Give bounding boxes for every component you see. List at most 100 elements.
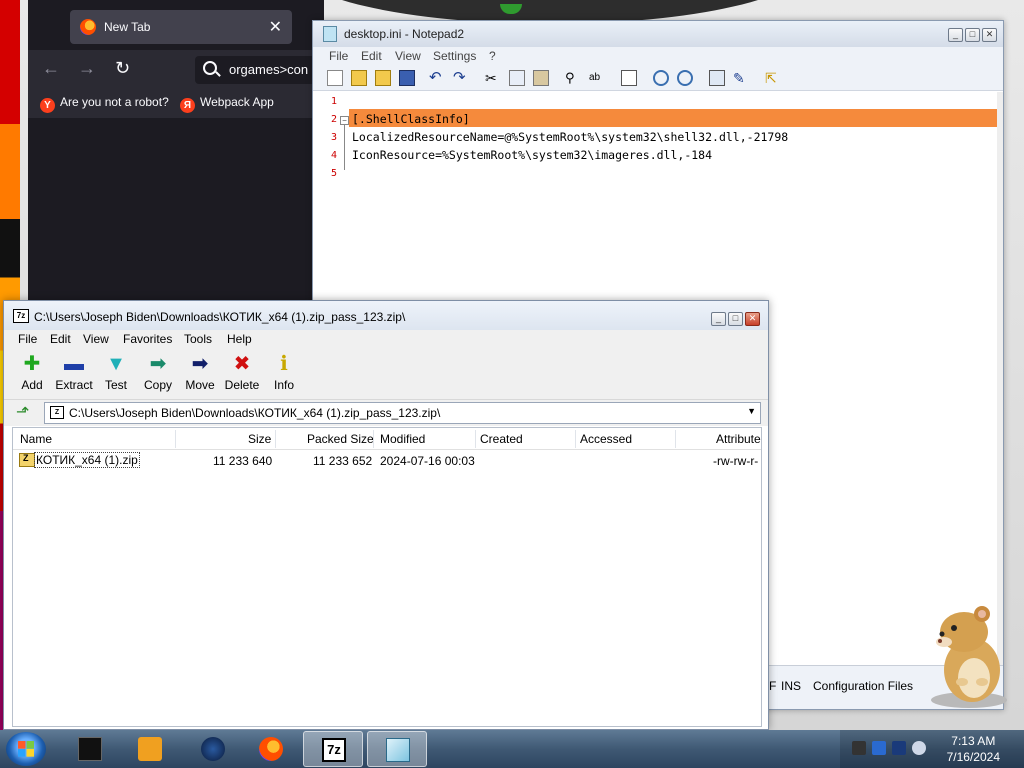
menu-edit[interactable]: Edit [50, 332, 71, 346]
menu-edit[interactable]: Edit [361, 49, 382, 63]
7zip-icon: 7z [13, 309, 29, 323]
table-row[interactable]: КОТИК_x64 (1).zip 11 233 640 11 233 652 … [13, 450, 761, 470]
file-name: КОТИК_x64 (1).zip [34, 452, 140, 468]
find-icon[interactable]: ⚲ [565, 70, 581, 86]
tray-volume-icon[interactable] [912, 741, 926, 755]
bookmark-label: Are you not a robot? [60, 95, 169, 109]
chevron-down-icon[interactable]: ▼ [747, 406, 756, 416]
minimize-button[interactable]: _ [711, 312, 726, 326]
redo-icon[interactable]: ↷ [453, 70, 469, 86]
forward-icon[interactable]: → [78, 58, 96, 79]
word-wrap-icon[interactable] [621, 70, 637, 86]
clock[interactable]: 7:13 AM 7/16/2024 [947, 733, 1000, 765]
exit-icon[interactable]: ⇱ [765, 70, 781, 86]
replace-icon[interactable]: ab [589, 70, 605, 86]
status-partial: F [769, 679, 777, 693]
close-button[interactable]: ✕ [982, 28, 997, 42]
address-bar: ⬏ Z C:\Users\Joseph Biden\Downloads\КОТИ… [4, 400, 768, 426]
menu-tools[interactable]: Tools [184, 332, 212, 346]
move-button[interactable]: ➡ Move [178, 352, 222, 392]
menu-help[interactable]: Help [227, 332, 252, 346]
delete-button[interactable]: ✖ Delete [220, 352, 264, 392]
file-size: 11 233 640 [213, 454, 273, 468]
paste-icon[interactable] [533, 70, 549, 86]
cut-icon[interactable]: ✂ [485, 70, 501, 86]
zoom-out-icon[interactable] [677, 70, 693, 86]
taskbar-command-window[interactable] [60, 731, 120, 767]
copy-icon[interactable] [509, 70, 525, 86]
globe-icon [201, 737, 225, 761]
open-folder-icon[interactable] [351, 70, 367, 86]
system-tray: 7:13 AM 7/16/2024 [840, 730, 1024, 768]
hamster-desktop-pet[interactable] [924, 600, 1014, 710]
maximize-button[interactable]: □ [965, 28, 980, 42]
taskbar-notepad2[interactable] [367, 731, 427, 767]
menu-help[interactable]: ? [489, 49, 496, 63]
clock-date: 7/16/2024 [946, 750, 1000, 764]
button-label: Delete [224, 378, 260, 392]
bookmark-item[interactable]: Y Are you not a robot? [40, 95, 169, 113]
add-button[interactable]: ✚ Add [10, 352, 54, 392]
menu-view[interactable]: View [83, 332, 109, 346]
undo-icon[interactable]: ↶ [429, 70, 445, 86]
fold-toggle-icon[interactable]: − [340, 116, 349, 125]
taskbar-media-player[interactable] [120, 731, 180, 767]
menu-file[interactable]: File [329, 49, 348, 63]
vertical-scrollbar[interactable] [997, 92, 1003, 667]
firefox-icon [80, 19, 96, 35]
column-modified[interactable]: Modified [380, 432, 425, 446]
path-field[interactable]: Z C:\Users\Joseph Biden\Downloads\КОТИК_… [44, 402, 761, 424]
zoom-in-icon[interactable] [653, 70, 669, 86]
close-button[interactable]: ✕ [745, 312, 760, 326]
minimize-button[interactable]: _ [948, 28, 963, 42]
menu-file[interactable]: File [18, 332, 37, 346]
column-attributes[interactable]: Attribute [716, 432, 761, 446]
copy-button[interactable]: ➡ Copy [136, 352, 180, 392]
start-button[interactable] [6, 732, 46, 766]
status-scheme[interactable]: Configuration Files [813, 679, 913, 693]
tray-network-icon[interactable] [892, 741, 906, 755]
taskbar-7zip[interactable]: 7z [303, 731, 363, 767]
button-label: Info [273, 378, 294, 392]
column-packed-size[interactable]: Packed Size [307, 432, 374, 446]
new-file-icon[interactable] [327, 70, 343, 86]
close-tab-icon[interactable]: ✕ [269, 17, 282, 37]
test-button[interactable]: ▼ Test [94, 352, 138, 392]
tab-new-tab[interactable]: New Tab ✕ [70, 10, 292, 44]
window-controls: _ □ ✕ [709, 310, 760, 326]
search-icon [203, 61, 217, 75]
line-number: 1 [331, 96, 338, 107]
menu-settings[interactable]: Settings [433, 49, 476, 63]
window-title: desktop.ini - Notepad2 [344, 27, 465, 41]
yandex-icon: Y [40, 98, 55, 113]
media-player-icon [138, 737, 162, 761]
tray-app-icon[interactable] [852, 741, 866, 755]
column-created[interactable]: Created [480, 432, 523, 446]
firefox-icon [259, 737, 283, 761]
button-label: Test [104, 378, 127, 392]
line-number: 5 [331, 168, 338, 179]
path-text: C:\Users\Joseph Biden\Downloads\КОТИК_x6… [69, 406, 441, 420]
column-accessed[interactable]: Accessed [580, 432, 632, 446]
move-arrow-icon: ➡ [191, 353, 209, 375]
scheme-icon[interactable] [709, 70, 725, 86]
info-button[interactable]: ℹ Info [262, 352, 306, 392]
window-controls: _ □ ✕ [946, 26, 997, 42]
customize-icon[interactable]: ✎ [733, 70, 749, 86]
taskbar-firefox[interactable] [241, 731, 301, 767]
browse-icon[interactable] [375, 70, 391, 86]
up-folder-icon[interactable]: ⬏ [16, 404, 34, 422]
save-icon[interactable] [399, 70, 415, 86]
taskbar-globe-app[interactable] [183, 731, 243, 767]
column-size[interactable]: Size [248, 432, 271, 446]
reload-icon[interactable]: ↻ [115, 58, 130, 79]
back-icon[interactable]: ← [42, 58, 60, 79]
url-bar[interactable]: orgames>con [195, 56, 325, 84]
tray-bluetooth-icon[interactable] [872, 741, 886, 755]
extract-button[interactable]: ▬ Extract [52, 352, 96, 392]
menu-view[interactable]: View [395, 49, 421, 63]
maximize-button[interactable]: □ [728, 312, 743, 326]
menu-favorites[interactable]: Favorites [123, 332, 172, 346]
bookmark-item[interactable]: Я Webpack App [180, 95, 274, 113]
column-name[interactable]: Name [20, 432, 52, 446]
